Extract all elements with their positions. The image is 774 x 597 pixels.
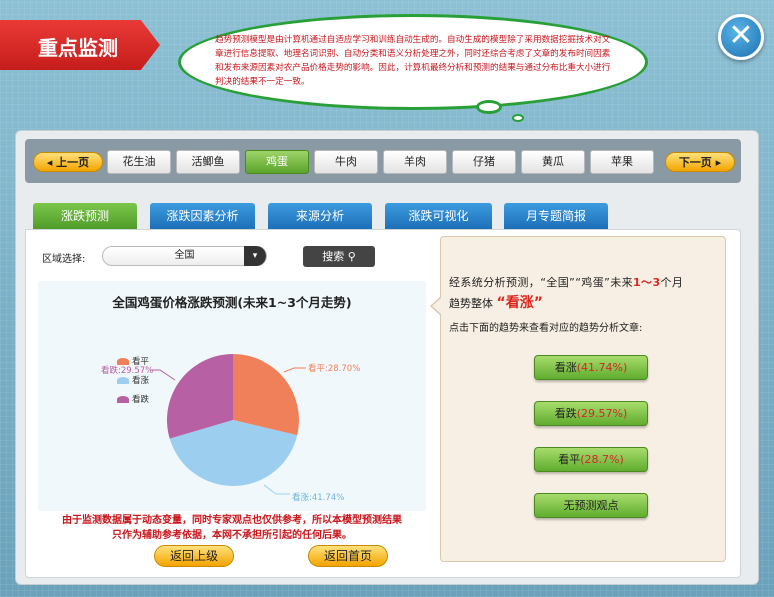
legend-swatch [117, 396, 129, 403]
trend-button-up[interactable]: 看涨(41.74%) [534, 355, 648, 380]
disclaimer-line-2: 只作为辅助参考依据，本网不承担所引起的任何后果。 [112, 530, 352, 541]
info-bubble: 趋势预测模型是由计算机通过自适应学习和训练自动生成的。自动生成的模型除了采用数据… [178, 14, 648, 110]
chart-title: 全国鸡蛋价格涨跌预测(未来1~3个月走势) [112, 295, 352, 310]
trend-button-flat[interactable]: 看平(28.7%) [534, 447, 648, 472]
prev-page-button[interactable]: ◂ 上一页 [33, 152, 103, 172]
tab-visualization[interactable]: 涨跌可视化 [385, 203, 492, 229]
trend-button-none[interactable]: 无预测观点 [534, 493, 648, 518]
next-page-button[interactable]: 下一页 ▸ [665, 152, 735, 172]
product-tab-crucian[interactable]: 活鲫鱼 [176, 150, 240, 174]
pie-label-flat: 看平:28.70% [308, 364, 361, 374]
product-tab-cucumber[interactable]: 黄瓜 [521, 150, 585, 174]
home-button[interactable]: 返回首页 [308, 545, 388, 567]
tab-forecast[interactable]: 涨跌预测 [33, 203, 137, 229]
region-label: 区域选择: [42, 254, 86, 265]
tab-monthly-brief[interactable]: 月专题简报 [504, 203, 608, 229]
close-icon[interactable]: ✕ [718, 14, 764, 60]
analysis-summary-1: 经系统分析预测，“全国”“鸡蛋”未来1～3个月 [449, 276, 684, 289]
pie-label-down: 看跌:29.57% [101, 366, 154, 376]
disclaimer: 由于监测数据属于动态变量，同时专家观点也仅供参考，所以本模型预测结果 只作为辅助… [38, 513, 426, 543]
legend-item-down[interactable]: 看跌 [117, 393, 149, 405]
tab-source-analysis[interactable]: 来源分析 [268, 203, 372, 229]
search-icon: ⚲ [347, 250, 356, 263]
chart-area [38, 281, 426, 511]
product-tab-mutton[interactable]: 羊肉 [383, 150, 447, 174]
search-button[interactable]: 搜索 ⚲ [303, 246, 375, 267]
back-button[interactable]: 返回上级 [154, 545, 234, 567]
tab-factor-analysis[interactable]: 涨跌因素分析 [150, 203, 255, 229]
product-tab-apple[interactable]: 苹果 [590, 150, 654, 174]
region-select[interactable]: 全国 [102, 246, 267, 266]
product-tab-egg[interactable]: 鸡蛋 [245, 150, 309, 174]
product-tab-piglet[interactable]: 仔猪 [452, 150, 516, 174]
chevron-down-icon[interactable]: ▾ [244, 246, 266, 266]
panel-pointer-inner [432, 298, 441, 314]
product-tab-peanut-oil[interactable]: 花生油 [107, 150, 171, 174]
disclaimer-line-1: 由于监测数据属于动态变量，同时专家观点也仅供参考，所以本模型预测结果 [62, 515, 402, 526]
page-title: 重点监测 [0, 20, 160, 70]
pie-label-up: 看涨:41.74% [292, 493, 345, 503]
bubble-tail-small [512, 114, 524, 122]
trend-button-down[interactable]: 看跌(29.57%) [534, 401, 648, 426]
analysis-hint: 点击下面的趋势来查看对应的趋势分析文章: [449, 323, 643, 334]
product-tab-beef[interactable]: 牛肉 [314, 150, 378, 174]
analysis-summary-2: 趋势整体 “看涨” [449, 295, 543, 311]
legend-swatch [117, 377, 129, 384]
bubble-tail [476, 100, 502, 114]
